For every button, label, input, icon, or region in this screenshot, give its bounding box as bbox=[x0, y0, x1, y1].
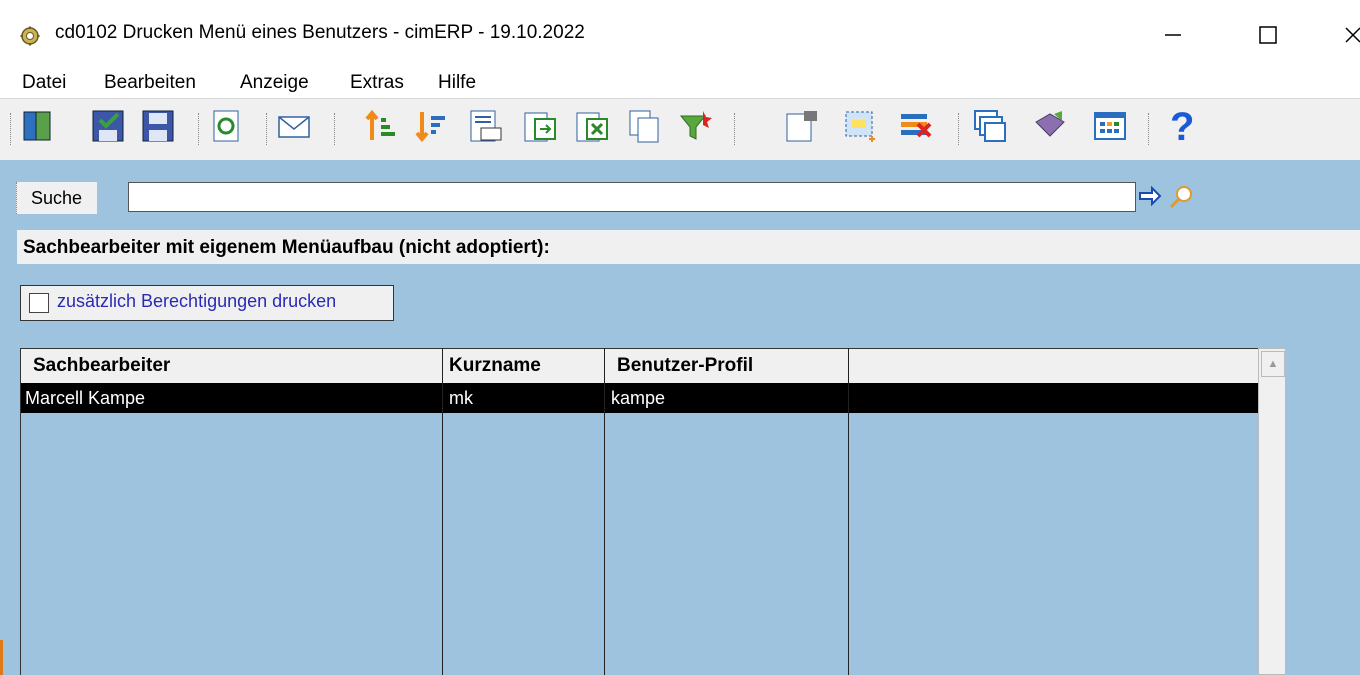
sort-ascending-icon bbox=[365, 109, 395, 140]
book-icon bbox=[1035, 111, 1065, 137]
toolbar-separator bbox=[266, 113, 269, 145]
minimize-icon bbox=[1165, 34, 1181, 36]
edit-button[interactable] bbox=[782, 106, 822, 146]
copy-button[interactable] bbox=[624, 106, 664, 146]
search-bar: Suche bbox=[10, 170, 1220, 214]
title-bar: cd0102 Drucken Menü eines Benutzers - ci… bbox=[0, 0, 1360, 68]
gear-icon bbox=[20, 26, 40, 46]
column-divider[interactable] bbox=[848, 348, 849, 675]
export-button[interactable] bbox=[520, 106, 560, 146]
print-permissions-label[interactable]: zusätzlich Berechtigungen drucken bbox=[57, 291, 336, 312]
section-title: Sachbearbeiter mit eigenem Menüaufbau (n… bbox=[23, 237, 550, 258]
menu-bearbeiten[interactable]: Bearbeiten bbox=[104, 72, 196, 94]
select-area-icon bbox=[845, 111, 875, 142]
sort-descending-icon bbox=[415, 112, 445, 143]
close-button[interactable] bbox=[1330, 14, 1360, 56]
menu-bar: Datei Bearbeiten Anzeige Extras Hilfe bbox=[0, 68, 1360, 98]
users-table: Sachbearbeiter Kurzname Benutzer-Profil … bbox=[20, 348, 1259, 675]
excel-export-icon bbox=[576, 112, 608, 142]
toolbar-separator bbox=[10, 113, 13, 145]
search-label: Suche bbox=[31, 188, 83, 208]
table-scrollbar[interactable]: ▲ bbox=[1258, 348, 1286, 675]
section-header: Sachbearbeiter mit eigenem Menüaufbau (n… bbox=[17, 230, 1360, 264]
delete-icon bbox=[901, 114, 932, 138]
number-format-button[interactable] bbox=[465, 106, 505, 146]
grid-button[interactable] bbox=[1090, 106, 1130, 146]
refresh-button[interactable] bbox=[206, 106, 246, 146]
table-header: Sachbearbeiter Kurzname Benutzer-Profil bbox=[21, 348, 1259, 384]
save-close-button[interactable] bbox=[88, 106, 128, 146]
filter-icon bbox=[679, 111, 712, 140]
print-permissions-option[interactable]: zusätzlich Berechtigungen drucken bbox=[20, 285, 394, 321]
save-button[interactable] bbox=[138, 106, 178, 146]
toolbar-separator bbox=[198, 113, 201, 145]
exit-button[interactable] bbox=[18, 106, 58, 146]
mail-icon bbox=[278, 116, 310, 138]
maximize-icon bbox=[1259, 26, 1277, 44]
select-area-button[interactable] bbox=[840, 106, 880, 146]
edit-icon bbox=[786, 111, 817, 142]
toolbar-separator bbox=[334, 113, 337, 145]
arrow-right-icon[interactable] bbox=[1138, 186, 1162, 206]
help-button[interactable]: ? bbox=[1162, 106, 1202, 146]
scroll-up-button[interactable]: ▲ bbox=[1261, 351, 1285, 377]
cell-profil: kampe bbox=[611, 388, 666, 408]
close-icon bbox=[1345, 27, 1360, 43]
search-input[interactable] bbox=[128, 182, 1136, 212]
exit-door-icon bbox=[23, 111, 51, 141]
column-header-kurzname[interactable]: Kurzname bbox=[449, 355, 541, 377]
print-permissions-checkbox[interactable] bbox=[29, 293, 49, 313]
windows-button[interactable] bbox=[970, 106, 1010, 146]
column-divider[interactable] bbox=[604, 348, 605, 675]
menu-hilfe[interactable]: Hilfe bbox=[438, 72, 476, 94]
toolbar-separator bbox=[734, 113, 737, 145]
menu-extras[interactable]: Extras bbox=[350, 72, 404, 94]
svg-text:?: ? bbox=[1170, 106, 1194, 146]
export-icon bbox=[524, 112, 556, 142]
maximize-button[interactable] bbox=[1245, 14, 1291, 56]
sort-descending-button[interactable] bbox=[412, 106, 452, 146]
copy-icon bbox=[629, 110, 659, 143]
mail-button[interactable] bbox=[274, 106, 314, 146]
help-icon: ? bbox=[1170, 106, 1194, 146]
column-header-sachbearbeiter[interactable]: Sachbearbeiter bbox=[33, 355, 170, 377]
search-label-box: Suche bbox=[16, 182, 97, 214]
toolbar-separator bbox=[1148, 113, 1151, 145]
window-title: cd0102 Drucken Menü eines Benutzers - ci… bbox=[55, 22, 585, 43]
menu-anzeige[interactable]: Anzeige bbox=[240, 72, 309, 94]
windows-icon bbox=[974, 110, 1006, 142]
table-row[interactable]: Marcell Kampe mk kampe bbox=[21, 383, 1259, 413]
save-icon bbox=[142, 110, 174, 142]
cell-sachbearbeiter: Marcell Kampe bbox=[25, 388, 146, 408]
filter-button[interactable] bbox=[676, 106, 716, 146]
left-edge-accent bbox=[0, 640, 3, 675]
toolbar-separator bbox=[958, 113, 961, 145]
minimize-button[interactable] bbox=[1150, 14, 1196, 56]
magnifier-icon[interactable] bbox=[1168, 184, 1194, 210]
grid-icon bbox=[1094, 112, 1126, 140]
column-header-profil[interactable]: Benutzer-Profil bbox=[617, 355, 753, 377]
book-button[interactable] bbox=[1030, 106, 1070, 146]
column-divider[interactable] bbox=[442, 348, 443, 675]
excel-export-button[interactable] bbox=[572, 106, 612, 146]
toolbar: ? bbox=[0, 98, 1360, 162]
save-check-icon bbox=[92, 110, 124, 142]
main-panel: Suche Sachbearbeiter mit eigenem Menüauf… bbox=[0, 160, 1360, 675]
cell-kurzname: mk bbox=[449, 388, 473, 408]
menu-datei[interactable]: Datei bbox=[22, 72, 66, 94]
refresh-icon bbox=[213, 110, 239, 142]
delete-button[interactable] bbox=[896, 106, 936, 146]
sort-ascending-button[interactable] bbox=[362, 106, 402, 146]
number-format-icon bbox=[470, 110, 502, 142]
